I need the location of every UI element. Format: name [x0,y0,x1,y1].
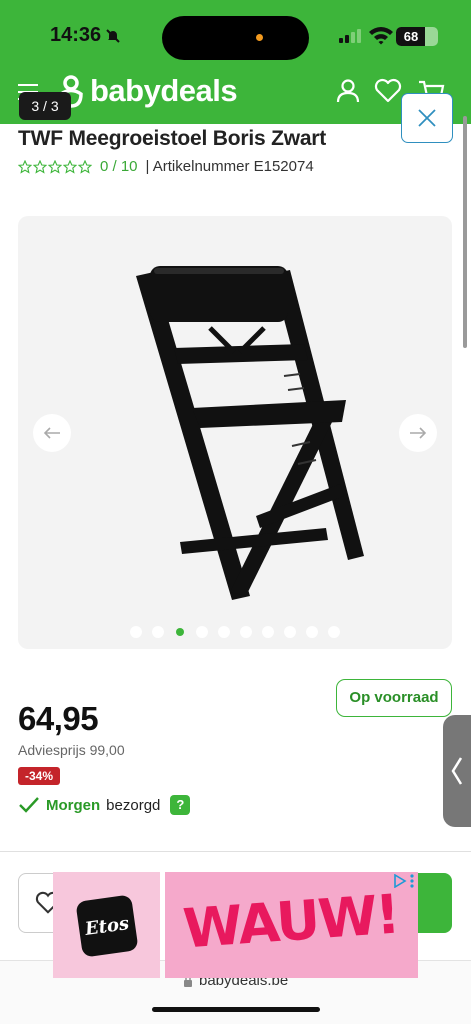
wifi-icon [369,27,393,45]
gallery-dot[interactable] [152,626,164,638]
gallery-dot[interactable] [306,626,318,638]
star-icon [33,159,47,174]
screen: 14:36 68 babydeals 3 / 3 TWF Meegroeisto… [0,0,471,1024]
account-icon[interactable] [336,78,360,104]
star-icon [18,159,32,174]
chevron-left-icon [451,757,463,785]
ad-choices[interactable] [393,874,414,888]
rating-stars[interactable] [18,159,92,174]
product-title: TWF Meegroeistoel Boris Zwart [18,127,327,150]
gallery-dot[interactable] [328,626,340,638]
star-icon [48,159,62,174]
more-options-icon [410,874,414,888]
article-number: | Artikelnummer E152074 [145,158,314,175]
product-image [136,266,364,600]
gallery-dots [130,626,340,638]
discount-badge: -34% [18,767,60,785]
close-gallery-button[interactable] [401,93,453,143]
privacy-indicator [256,34,263,41]
delivery-info: Morgen bezorgd ? [18,795,191,815]
heart-icon[interactable] [374,78,402,104]
check-icon [19,797,39,813]
gallery-dot[interactable] [218,626,230,638]
product-price: 64,95 [18,700,99,737]
delivery-text: bezorgd [106,796,161,814]
clock: 14:36 [50,24,102,46]
ad-headline: WAUW! [181,882,401,961]
bell-muted-icon [106,28,120,43]
gallery-dot[interactable] [196,626,208,638]
cellular-signal-icon [339,29,361,43]
product-gallery[interactable] [18,216,452,649]
battery-level: 68 [403,29,419,44]
battery-icon: 68 [396,27,438,46]
logo[interactable]: babydeals [56,73,238,109]
image-counter: 3 / 3 [19,92,71,120]
arrow-left-icon [43,427,60,439]
adchoices-icon [394,874,407,888]
delivery-when: Morgen [46,796,101,814]
scrollbar[interactable] [463,116,467,348]
gallery-prev-button[interactable] [33,414,71,452]
rating-value[interactable]: 0 / 10 [100,158,138,175]
star-icon [78,159,92,174]
home-indicator[interactable] [152,1007,320,1012]
dynamic-island [162,16,309,60]
ad-brand-panel[interactable]: Etos [53,872,160,978]
gallery-dot[interactable] [240,626,252,638]
etos-logo: Etos [75,894,139,958]
logo-text: babydeals [90,73,238,108]
status-time: 14:36 [50,24,121,47]
gallery-dot[interactable] [262,626,274,638]
gallery-dot[interactable] [176,628,184,636]
close-icon [418,109,436,127]
side-panel-tab[interactable] [443,715,471,827]
gallery-next-button[interactable] [399,414,437,452]
gallery-dot[interactable] [130,626,142,638]
ad-banner[interactable]: WAUW! [165,872,418,978]
delivery-help-button[interactable]: ? [170,795,191,815]
advice-price: Adviesprijs 99,00 [18,742,125,758]
rating-row: 0 / 10 | Artikelnummer E152074 [18,158,314,175]
arrow-right-icon [410,427,427,439]
gallery-dot[interactable] [284,626,296,638]
star-icon [63,159,77,174]
stock-badge: Op voorraad [336,679,452,717]
